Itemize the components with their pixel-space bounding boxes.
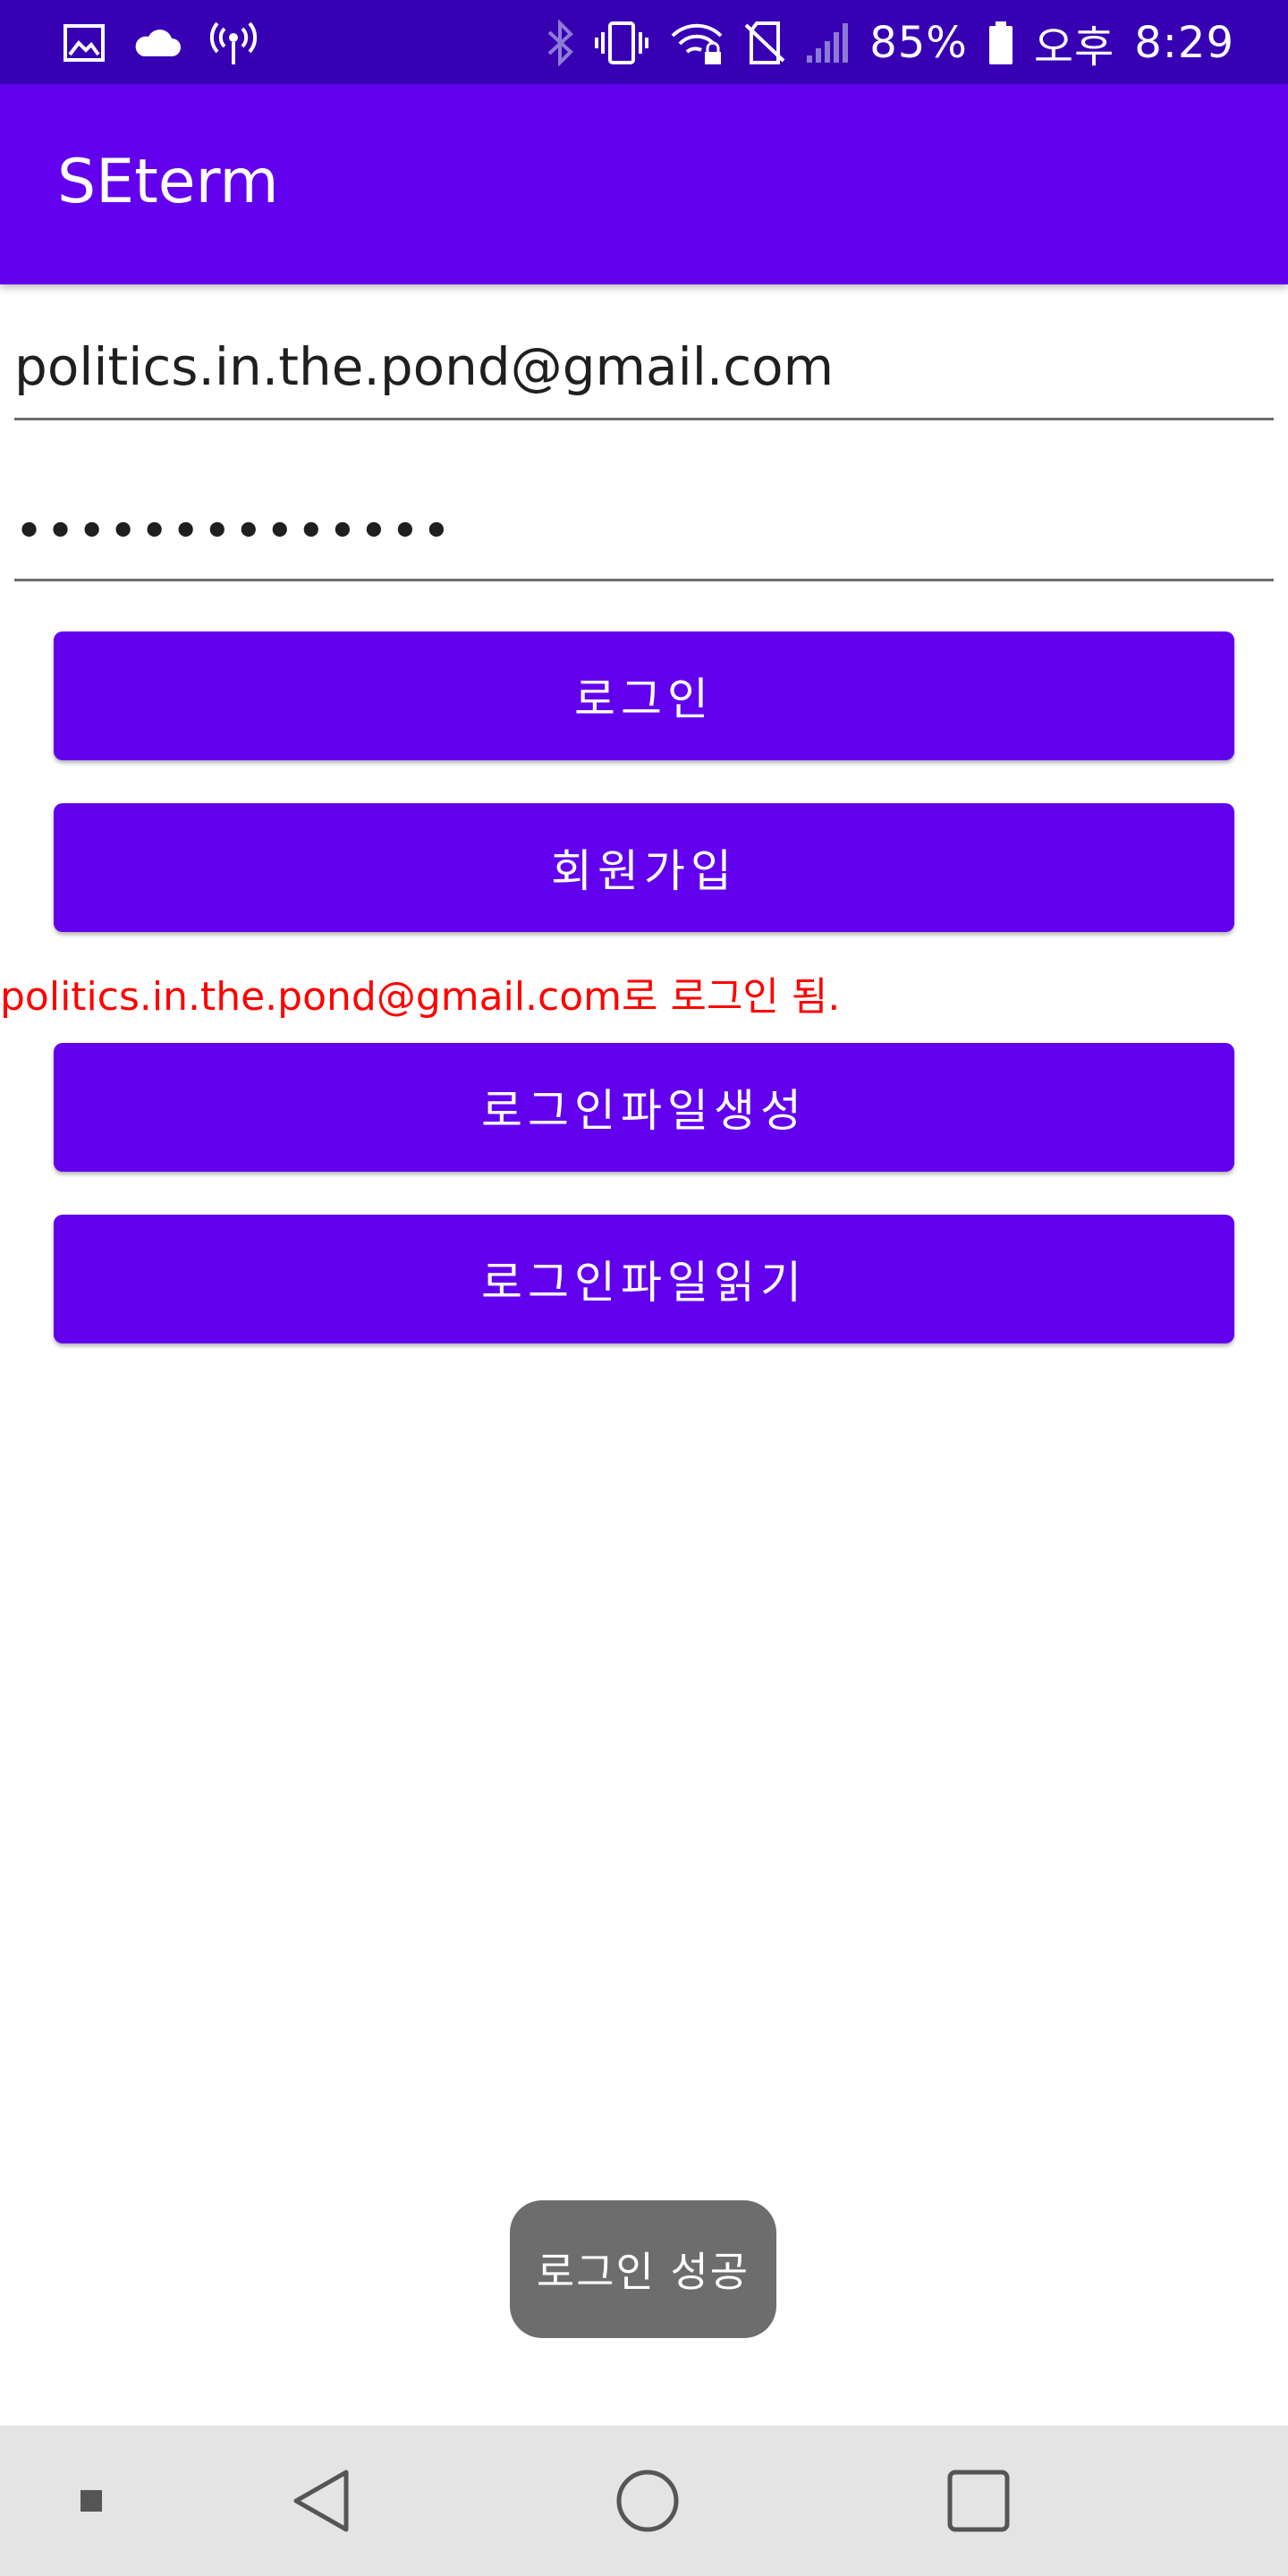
home-icon[interactable] xyxy=(603,2426,692,2576)
read-login-file-button[interactable]: 로그인파일읽기 xyxy=(54,1215,1234,1343)
login-button-label: 로그인 xyxy=(574,674,714,725)
battery-percent: 85% xyxy=(869,18,968,68)
login-button[interactable]: 로그인 xyxy=(54,631,1234,760)
read-login-file-label: 로그인파일읽기 xyxy=(481,1257,807,1309)
login-screen: 85% 오후 8:29 SEterm 로그인 회원가입 politics.in.… xyxy=(0,0,1288,2576)
navigation-bar xyxy=(0,2426,1288,2576)
wifi-lock-icon xyxy=(669,20,724,66)
dot-icon[interactable] xyxy=(63,2426,120,2576)
app-bar: SEterm xyxy=(0,84,1288,284)
wireless-broadcast-icon xyxy=(209,20,258,66)
toast: 로그인 성공 xyxy=(510,2200,776,2338)
password-field[interactable] xyxy=(14,488,1274,574)
signal-icon xyxy=(805,21,850,64)
signup-button[interactable]: 회원가입 xyxy=(54,803,1234,932)
login-status-message: politics.in.the.pond@gmail.com로 로그인 됨. xyxy=(0,974,841,1020)
create-login-file-button[interactable]: 로그인파일생성 xyxy=(54,1043,1234,1172)
clock: 8:29 xyxy=(1134,18,1234,68)
battery-icon xyxy=(987,20,1014,66)
back-icon[interactable] xyxy=(277,2426,367,2576)
bluetooth-icon xyxy=(546,20,574,66)
no-sim-icon xyxy=(744,20,785,66)
signup-button-label: 회원가입 xyxy=(551,845,737,897)
vibrate-icon xyxy=(594,20,649,66)
cloud-icon xyxy=(132,28,182,58)
status-bar: 85% 오후 8:29 xyxy=(0,0,1288,84)
recents-icon[interactable] xyxy=(934,2426,1023,2576)
email-field-container xyxy=(14,322,1274,420)
status-left-icons xyxy=(63,16,258,70)
toast-message: 로그인 성공 xyxy=(536,2248,750,2296)
password-field-container xyxy=(14,488,1274,581)
ampm-label: 오후 xyxy=(1033,22,1115,72)
create-login-file-label: 로그인파일생성 xyxy=(481,1085,807,1137)
status-right-icons: 85% 오후 8:29 xyxy=(546,16,1234,72)
email-field[interactable] xyxy=(14,322,1274,411)
image-icon xyxy=(63,23,106,63)
app-title: SEterm xyxy=(57,147,279,217)
